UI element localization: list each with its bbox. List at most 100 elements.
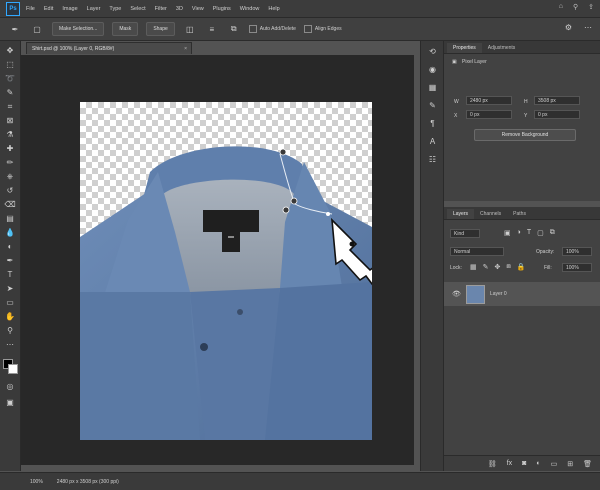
mask-button[interactable]: Mask <box>112 22 139 36</box>
quick-mask-icon[interactable]: ◎ <box>4 381 16 392</box>
home-icon[interactable]: ⌂ <box>559 3 563 11</box>
search-icon[interactable]: ⚲ <box>573 3 578 11</box>
menu-window[interactable]: Window <box>240 6 260 12</box>
make-selection-button[interactable]: Make Selection... <box>52 22 105 36</box>
fill-field[interactable]: 100% <box>562 263 592 272</box>
menu-layer[interactable]: Layer <box>87 6 101 12</box>
gear-icon[interactable]: ⚙ <box>565 23 572 32</box>
lock-position-icon[interactable]: ✥ <box>495 263 501 271</box>
height-field[interactable]: 3508 px <box>534 96 580 105</box>
clone-stamp-tool-icon[interactable]: ⎈ <box>4 171 16 182</box>
history-panel-icon[interactable]: ⟲ <box>427 47 438 57</box>
blur-tool-icon[interactable]: 💧 <box>4 227 16 238</box>
history-brush-tool-icon[interactable]: ↺ <box>4 185 16 196</box>
paragraph-panel-icon[interactable]: ¶ <box>427 119 438 129</box>
menu-filter[interactable]: Filter <box>155 6 167 12</box>
auto-add-delete-checkbox[interactable]: Auto Add/Delete <box>248 25 296 33</box>
y-field[interactable]: 0 px <box>534 110 580 119</box>
quick-selection-tool-icon[interactable]: ✎ <box>4 87 16 98</box>
edit-toolbar-icon[interactable]: ⋯ <box>4 339 16 350</box>
layer-name[interactable]: Layer 0 <box>490 291 507 297</box>
eraser-tool-icon[interactable]: ⌫ <box>4 199 16 210</box>
width-label: W <box>454 99 459 105</box>
new-layer-icon[interactable]: ⊞ <box>567 460 573 468</box>
lock-artboard-icon[interactable]: ⧈ <box>506 263 510 271</box>
menu-3d[interactable]: 3D <box>176 6 183 12</box>
remove-background-button[interactable]: Remove Background <box>474 129 576 141</box>
document-canvas[interactable] <box>80 102 372 440</box>
lock-pixels-icon[interactable]: ✎ <box>483 263 489 271</box>
zoom-level[interactable]: 100% <box>30 479 43 485</box>
path-operations-icon[interactable]: ◫ <box>183 22 197 36</box>
document-tab[interactable]: Shirt.psd @ 100% (Layer 0, RGB/8#) × <box>26 42 192 54</box>
path-mode-icon[interactable]: ▢ <box>30 22 44 36</box>
healing-brush-tool-icon[interactable]: ✚ <box>4 143 16 154</box>
photoshop-logo[interactable]: Ps <box>6 1 20 16</box>
close-icon[interactable]: × <box>184 46 187 52</box>
brush-panel-icon[interactable]: ✎ <box>427 101 438 111</box>
swatches-panel-icon[interactable]: ▦ <box>427 83 438 93</box>
eyedropper-tool-icon[interactable]: ⚗ <box>4 129 16 140</box>
delete-layer-icon[interactable]: 🗑 <box>583 460 592 468</box>
hand-tool-icon[interactable]: ✋ <box>4 311 16 322</box>
blend-mode-select[interactable]: Normal <box>450 247 504 256</box>
frame-tool-icon[interactable]: ⊠ <box>4 115 16 126</box>
pixel-filter-icon[interactable]: ▣ <box>504 229 511 237</box>
width-field[interactable]: 2480 px <box>466 96 512 105</box>
layer-style-icon[interactable]: fx <box>507 460 512 467</box>
tab-paths[interactable]: Paths <box>507 209 532 219</box>
menu-view[interactable]: View <box>192 6 204 12</box>
layer-kind-filter[interactable]: Kind <box>450 229 480 238</box>
dodge-tool-icon[interactable]: ◐ <box>4 241 16 252</box>
tab-channels[interactable]: Channels <box>474 209 507 219</box>
lock-transparency-icon[interactable]: ▦ <box>470 263 477 271</box>
shape-button[interactable]: Shape <box>146 22 175 36</box>
lock-all-icon[interactable]: 🔒 <box>517 263 526 271</box>
path-alignment-icon[interactable]: ≡ <box>205 22 219 36</box>
new-group-icon[interactable]: ▭ <box>551 460 558 468</box>
opacity-field[interactable]: 100% <box>562 247 592 256</box>
menu-edit[interactable]: Edit <box>44 6 53 12</box>
adjustment-filter-icon[interactable]: ◑ <box>517 229 521 237</box>
pen-tool-preset-icon[interactable]: ✒ <box>8 22 22 36</box>
link-layers-icon[interactable]: ⛓ <box>488 460 497 468</box>
screen-mode-icon[interactable]: ▣ <box>4 397 16 408</box>
tab-properties[interactable]: Properties <box>447 43 482 53</box>
move-tool-icon[interactable]: ✥ <box>4 45 16 56</box>
menu-help[interactable]: Help <box>268 6 279 12</box>
crop-tool-icon[interactable]: ⌗ <box>4 101 16 112</box>
tab-adjustments[interactable]: Adjustments <box>482 43 522 53</box>
path-arrangement-icon[interactable]: ⧉ <box>227 22 241 36</box>
share-icon[interactable]: ⇪ <box>588 3 594 11</box>
align-edges-checkbox[interactable]: Align Edges <box>303 25 342 33</box>
menu-select[interactable]: Select <box>130 6 145 12</box>
rectangle-tool-icon[interactable]: ▭ <box>4 297 16 308</box>
menu-type[interactable]: Type <box>109 6 121 12</box>
libraries-panel-icon[interactable]: ☷ <box>427 155 438 165</box>
more-icon[interactable]: ⋯ <box>584 23 592 32</box>
y-label: Y <box>524 113 528 119</box>
smart-object-filter-icon[interactable]: ⧉ <box>550 229 555 237</box>
menu-file[interactable]: File <box>26 6 35 12</box>
menu-image[interactable]: Image <box>62 6 77 12</box>
pen-tool-icon[interactable]: ✒ <box>4 255 16 266</box>
gradient-tool-icon[interactable]: ▤ <box>4 213 16 224</box>
add-mask-icon[interactable]: ◙ <box>522 460 526 467</box>
background-color-swatch[interactable] <box>8 364 18 374</box>
adjustment-layer-icon[interactable]: ◐ <box>536 460 540 467</box>
x-field[interactable]: 0 px <box>466 110 512 119</box>
zoom-tool-icon[interactable]: ⚲ <box>4 325 16 336</box>
type-tool-icon[interactable]: T <box>4 269 16 280</box>
path-selection-tool-icon[interactable]: ➤ <box>4 283 16 294</box>
type-filter-icon[interactable]: T <box>527 229 531 237</box>
layer-row[interactable]: 👁 Layer 0 <box>444 282 600 306</box>
shape-filter-icon[interactable]: ▢ <box>537 229 544 237</box>
color-panel-icon[interactable]: ◉ <box>427 65 438 75</box>
eye-icon[interactable]: 👁 <box>452 290 461 298</box>
marquee-tool-icon[interactable]: ⬚ <box>4 59 16 70</box>
menu-plugins[interactable]: Plugins <box>213 6 231 12</box>
lasso-tool-icon[interactable]: ➰ <box>4 73 16 84</box>
character-panel-icon[interactable]: A <box>427 137 438 147</box>
brush-tool-icon[interactable]: ✏ <box>4 157 16 168</box>
tab-layers[interactable]: Layers <box>447 209 475 219</box>
